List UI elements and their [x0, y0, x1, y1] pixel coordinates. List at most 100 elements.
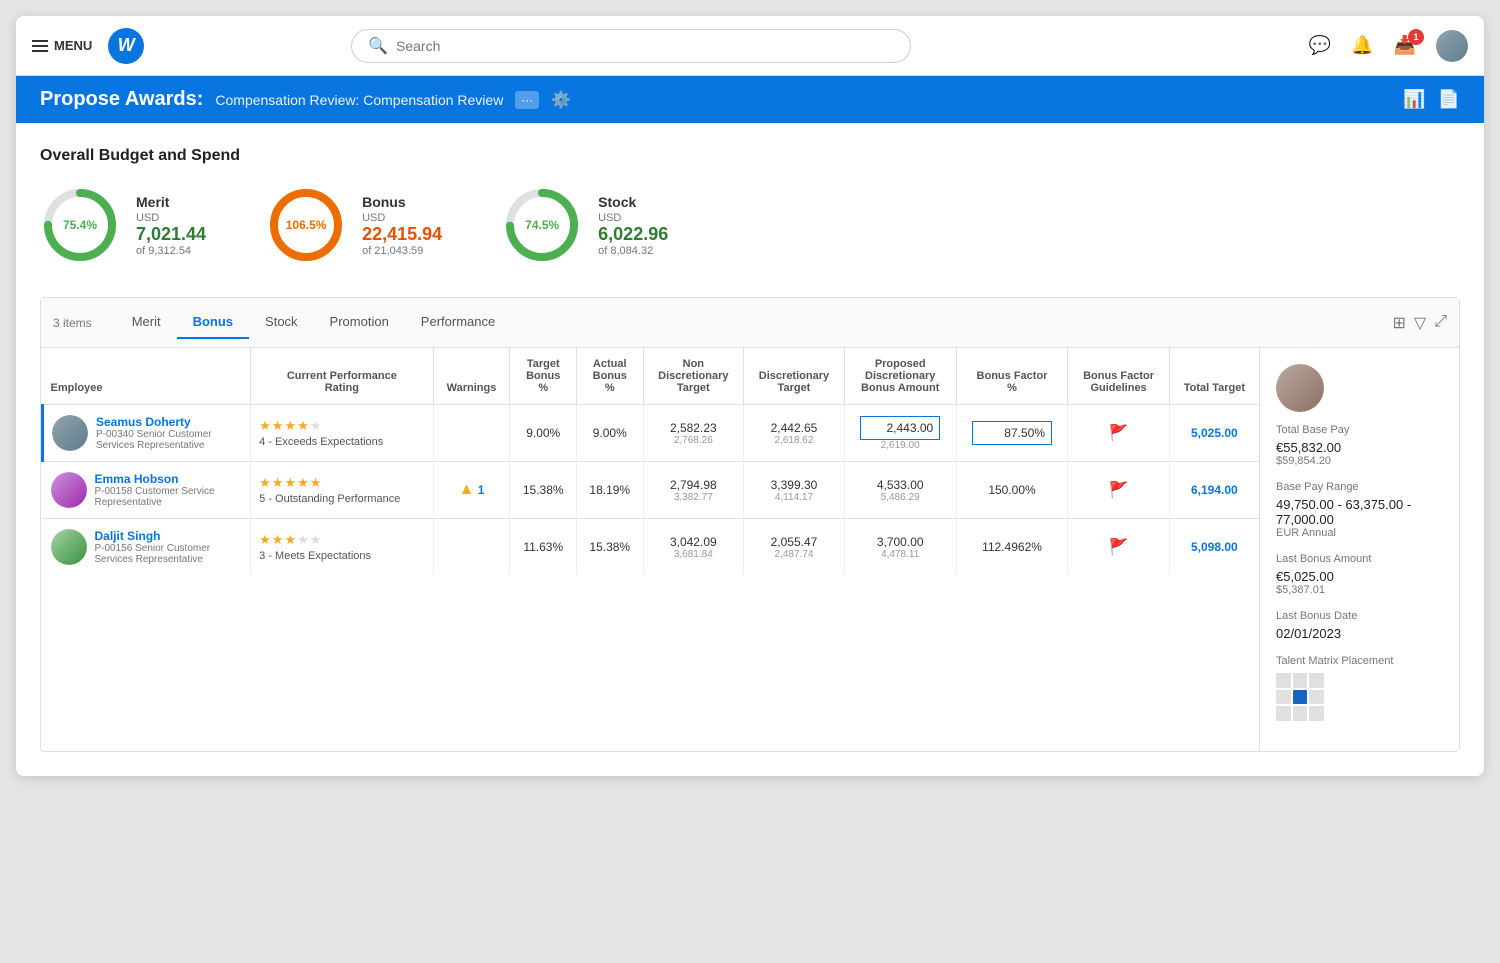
star-2-1: ★ — [259, 475, 271, 491]
col-bonus-factor-guide[interactable]: Bonus FactorGuidelines — [1068, 348, 1169, 405]
col-employee[interactable]: Employee — [43, 348, 251, 405]
employees-table: Employee Current PerformanceRating Warni… — [41, 348, 1259, 575]
table-expand-icon[interactable]: ⤢ — [1434, 313, 1447, 333]
table-row: Daljit Singh P-00156 Senior Customer Ser… — [43, 519, 1260, 576]
stock-percent: 74.5% — [525, 218, 559, 232]
search-bar[interactable]: 🔍 — [351, 29, 911, 63]
bonus-donut: 106.5% — [266, 185, 346, 265]
export-table-icon[interactable]: 📊 — [1403, 89, 1425, 110]
side-field-last-bonus: Last Bonus Amount €5,025.00 $5,387.01 — [1276, 553, 1443, 596]
col-actual-bonus[interactable]: ActualBonus% — [576, 348, 643, 405]
non-disc-1: 2,582.23 2,768.26 — [643, 405, 744, 462]
col-bonus-factor-pct[interactable]: Bonus Factor% — [956, 348, 1068, 405]
star-1-3: ★ — [284, 418, 296, 434]
side-value-pay-range: 49,750.00 - 63,375.00 - 77,000.00 — [1276, 497, 1443, 527]
merit-currency: USD — [136, 212, 206, 224]
total-target-2[interactable]: 6,194.00 — [1169, 462, 1259, 519]
budget-item-merit: 75.4% Merit USD 7,021.44 of 9,312.54 — [40, 185, 206, 265]
bonus-factor-input-1[interactable] — [972, 421, 1052, 445]
perf-label-3: 3 - Meets Expectations — [259, 550, 424, 562]
side-label-last-bonus-date: Last Bonus Date — [1276, 610, 1443, 622]
warning-count: 1 — [478, 483, 485, 497]
tm-cell-4 — [1276, 690, 1291, 705]
section-title: Overall Budget and Spend — [40, 147, 1460, 165]
tab-merit[interactable]: Merit — [116, 306, 177, 339]
col-performance[interactable]: Current PerformanceRating — [251, 348, 433, 405]
target-bonus-3: 11.63% — [510, 519, 577, 576]
table-tabs-row: 3 items Merit Bonus Stock Promotion Perf… — [41, 298, 1459, 348]
perf-label-1: 4 - Exceeds Expectations — [259, 436, 424, 448]
header-actions: 📊 📄 — [1403, 89, 1460, 110]
merit-percent: 75.4% — [63, 218, 97, 232]
menu-button[interactable]: MENU — [32, 38, 92, 53]
tm-cell-5 — [1293, 690, 1308, 705]
tm-cell-9 — [1309, 706, 1324, 721]
export-pdf-icon[interactable]: 📄 — [1438, 89, 1460, 110]
emp-name-3[interactable]: Daljit Singh — [95, 529, 211, 543]
star-2-5: ★ — [310, 475, 322, 491]
inbox-icon[interactable]: 📥 1 — [1394, 35, 1416, 56]
rating-cell-3: ★ ★ ★ ★ ★ 3 - Meets Expectations — [251, 519, 433, 576]
col-non-disc[interactable]: NonDiscretionaryTarget — [643, 348, 744, 405]
star-3-1: ★ — [259, 532, 271, 548]
header-bar: Propose Awards: Compensation Review: Com… — [16, 76, 1484, 123]
table-view-icon[interactable]: ⊞ — [1392, 313, 1405, 333]
side-field-talent-matrix: Talent Matrix Placement — [1276, 655, 1443, 721]
tab-stock[interactable]: Stock — [249, 306, 314, 339]
tm-cell-8 — [1293, 706, 1308, 721]
bonus-percent: 106.5% — [286, 218, 327, 232]
table-row: Emma Hobson P-00158 Customer Service Rep… — [43, 462, 1260, 519]
user-avatar[interactable] — [1436, 30, 1468, 62]
emp-name-2[interactable]: Emma Hobson — [95, 472, 215, 486]
bell-icon[interactable]: 🔔 — [1351, 35, 1373, 56]
bonus-factor-pct-2: 150.00% — [956, 462, 1068, 519]
table-filter-icon[interactable]: ▽ — [1414, 313, 1426, 333]
employee-cell-2: Emma Hobson P-00158 Customer Service Rep… — [43, 462, 251, 519]
emp-id-3b: Services Representative — [95, 554, 211, 565]
header-filter-icon[interactable]: ⚙️ — [551, 90, 571, 110]
tab-performance[interactable]: Performance — [405, 306, 511, 339]
star-3-2: ★ — [272, 532, 284, 548]
tab-promotion[interactable]: Promotion — [314, 306, 405, 339]
total-target-3[interactable]: 5,098.00 — [1169, 519, 1259, 576]
side-value-last-bonus: €5,025.00 — [1276, 569, 1443, 584]
star-1-2: ★ — [272, 418, 284, 434]
bonus-currency: USD — [362, 212, 442, 224]
col-target-bonus[interactable]: TargetBonus% — [510, 348, 577, 405]
col-prop-disc[interactable]: ProposedDiscretionaryBonus Amount — [844, 348, 956, 405]
bonus-factor-pct-3: 112.4962% — [956, 519, 1068, 576]
emp-id-1: P-00340 Senior Customer — [96, 429, 212, 440]
chat-icon[interactable]: 💬 — [1309, 35, 1331, 56]
emp-info-1: Seamus Doherty P-00340 Senior Customer S… — [96, 415, 212, 451]
emp-id-2: P-00158 Customer Service — [95, 486, 215, 497]
main-content: Overall Budget and Spend 75.4% Merit USD — [16, 123, 1484, 776]
warning-triangle-icon: ▲ — [459, 481, 475, 498]
hamburger-icon — [32, 40, 48, 52]
col-total-target[interactable]: Total Target — [1169, 348, 1259, 405]
main-table-area: Employee Current PerformanceRating Warni… — [41, 348, 1259, 751]
header-more-button[interactable]: ··· — [515, 91, 539, 109]
app-logo: W — [108, 28, 144, 64]
disc-target-2: 3,399.30 4,114.17 — [744, 462, 845, 519]
bonus-amount-input-1[interactable] — [860, 416, 940, 440]
inbox-badge: 1 — [1408, 29, 1424, 45]
search-input[interactable] — [396, 38, 894, 54]
total-target-1[interactable]: 5,025.00 — [1169, 405, 1259, 462]
emp-name-1[interactable]: Seamus Doherty — [96, 415, 212, 429]
col-disc-target[interactable]: DiscretionaryTarget — [744, 348, 845, 405]
side-panel-avatar — [1276, 364, 1324, 412]
warnings-1 — [433, 405, 510, 462]
side-label-last-bonus: Last Bonus Amount — [1276, 553, 1443, 565]
prop-disc-2: 4,533.00 5,486.29 — [844, 462, 956, 519]
merit-type: Merit — [136, 194, 206, 210]
bonus-amount: 22,415.94 — [362, 224, 442, 245]
tab-bonus[interactable]: Bonus — [177, 306, 249, 339]
employee-cell-3: Daljit Singh P-00156 Senior Customer Ser… — [43, 519, 251, 576]
rating-cell-2: ★ ★ ★ ★ ★ 5 - Outstanding Performance — [251, 462, 433, 519]
stock-currency: USD — [598, 212, 668, 224]
bonus-factor-pct-1[interactable] — [956, 405, 1068, 462]
target-bonus-1: 9.00% — [510, 405, 577, 462]
employee-cell-1: Seamus Doherty P-00340 Senior Customer S… — [43, 405, 251, 462]
col-warnings[interactable]: Warnings — [433, 348, 510, 405]
side-label-talent-matrix: Talent Matrix Placement — [1276, 655, 1443, 667]
